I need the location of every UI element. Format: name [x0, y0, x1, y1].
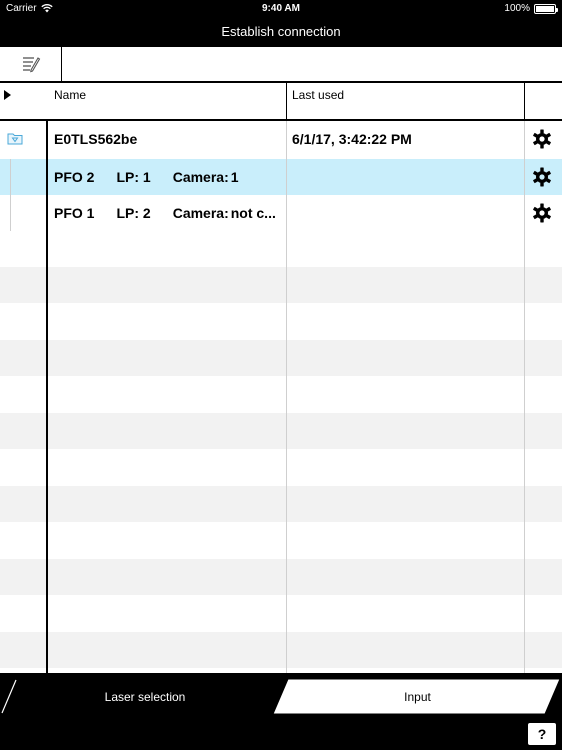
tab-input[interactable]: Input: [300, 690, 535, 704]
pfo-lp: LP: 2: [116, 205, 151, 221]
table-header: Name Last used: [0, 83, 562, 121]
column-divider: [286, 83, 287, 119]
page-title: Establish connection: [0, 18, 562, 47]
battery-icon: [534, 3, 558, 14]
column-divider: [286, 83, 287, 673]
column-header-last-used[interactable]: Last used: [292, 88, 344, 102]
toolbar: [0, 47, 562, 83]
tree-line: [10, 159, 11, 195]
pfo-camera-value: not c...: [230, 205, 276, 221]
help-button[interactable]: ?: [528, 723, 556, 745]
column-header-name[interactable]: Name: [54, 88, 86, 102]
help-bar: ?: [0, 720, 562, 750]
column-divider: [46, 83, 48, 673]
gear-icon[interactable]: [532, 167, 552, 187]
empty-row: [0, 413, 562, 449]
folder-icon[interactable]: [7, 132, 23, 145]
pfo-row-label: PFO 1 LP: 2 Camera: not c...: [54, 195, 276, 231]
edit-list-icon: [22, 57, 40, 73]
pfo-row[interactable]: PFO 2 LP: 1 Camera: 1: [0, 159, 562, 195]
device-name: E0TLS562be: [54, 131, 138, 147]
pfo-name: PFO 1: [54, 205, 95, 221]
status-bar: Carrier 9:40 AM 100%: [0, 0, 562, 18]
pfo-lp: LP: 1: [116, 169, 151, 185]
battery-indicator: 100%: [504, 3, 558, 14]
column-divider: [524, 83, 525, 119]
empty-row: [0, 632, 562, 668]
battery-percent: 100%: [504, 3, 530, 14]
empty-row: [0, 486, 562, 522]
tab-laser-selection[interactable]: Laser selection: [40, 690, 250, 704]
gear-icon[interactable]: [532, 129, 552, 149]
column-divider: [524, 83, 525, 673]
empty-row: [0, 267, 562, 303]
expand-triangle-icon: [4, 90, 11, 100]
expand-all-toggle[interactable]: [0, 83, 47, 119]
edit-list-button[interactable]: [0, 47, 62, 81]
status-time: 9:40 AM: [262, 3, 300, 14]
empty-row: [0, 340, 562, 376]
connection-table: E0TLS562be 6/1/17, 3:42:22 PM PFO 2LP:: [0, 83, 562, 673]
device-last-used: 6/1/17, 3:42:22 PM: [292, 131, 412, 147]
pfo-row-label: PFO 2 LP: 1 Camera: 1: [54, 159, 239, 195]
gear-icon[interactable]: [532, 203, 552, 223]
pfo-camera-value: 1: [230, 169, 239, 185]
pfo-camera-label: Camera:: [172, 169, 229, 185]
bottom-tab-bar: Laser selection Input: [0, 673, 562, 720]
pfo-name: PFO 2: [54, 169, 95, 185]
tree-line: [10, 195, 11, 231]
pfo-row[interactable]: PFO 1 LP: 2 Camera: not c...: [0, 195, 562, 231]
device-row[interactable]: E0TLS562be 6/1/17, 3:42:22 PM: [0, 121, 562, 157]
pfo-camera-label: Camera:: [172, 205, 229, 221]
empty-row: [0, 559, 562, 595]
